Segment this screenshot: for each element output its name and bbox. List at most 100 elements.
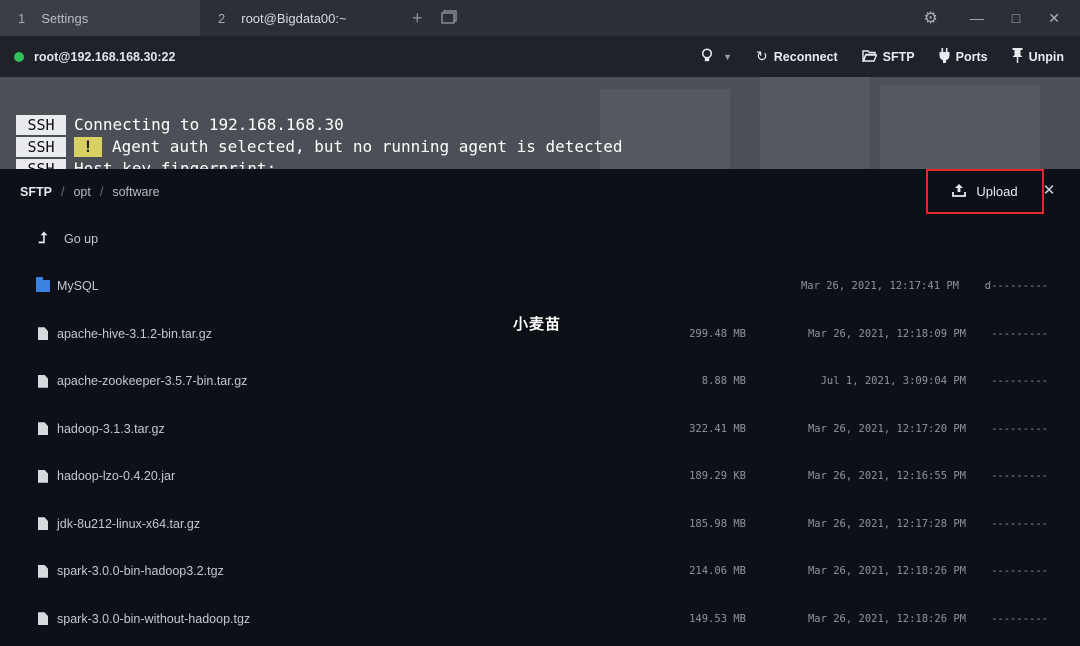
terminal-line: SSH Host key fingerprint:: [16, 158, 276, 169]
tab-label: root@Bigdata00:~: [241, 10, 347, 26]
upload-label: Upload: [976, 184, 1018, 199]
item-name: hadoop-3.1.3.tar.gz: [57, 421, 165, 436]
refresh-icon: ↻: [756, 48, 768, 64]
item-permissions: ---------: [991, 517, 1048, 530]
sftp-button[interactable]: SFTP: [861, 49, 915, 65]
terminal-background: [760, 77, 870, 169]
file-icon: [36, 327, 50, 341]
go-up-label: Go up: [64, 231, 99, 246]
hint-dropdown[interactable]: ▼: [701, 47, 733, 66]
tab-settings[interactable]: 1 Settings: [0, 0, 200, 36]
ssh-badge: SSH: [16, 158, 66, 169]
reconnect-button[interactable]: ↻ Reconnect: [756, 48, 838, 65]
gear-icon[interactable]: ⚙: [923, 8, 937, 28]
plus-icon[interactable]: +: [412, 8, 423, 29]
sftp-label: SFTP: [882, 49, 915, 64]
minimize-button[interactable]: —: [970, 10, 984, 26]
item-date: Mar 26, 2021, 12:18:26 PM: [807, 565, 966, 578]
tab-number: 1: [18, 10, 26, 26]
breadcrumb-opt[interactable]: opt: [73, 185, 90, 199]
terminal-background: [880, 85, 1040, 169]
terminal-line: SSH Connecting to 192.168.168.30: [16, 114, 344, 135]
item-size: 185.98 MB: [689, 517, 746, 530]
upload-icon: [952, 183, 967, 200]
file-list: ⮥ Go up MySQL Mar 26, 2021, 12:17:41 PM d-…: [0, 215, 1080, 643]
file-icon: [36, 422, 50, 436]
ssh-badge: SSH: [16, 114, 66, 135]
terminal-background: [600, 89, 730, 169]
item-name: apache-zookeeper-3.5.7-bin.tar.gz: [57, 374, 248, 389]
item-date: Mar 26, 2021, 12:17:20 PM: [807, 422, 966, 435]
reconnect-label: Reconnect: [773, 49, 838, 64]
item-name: spark-3.0.0-bin-hadoop3.2.tgz: [57, 564, 224, 579]
tab-ssh-session[interactable]: 2 root@Bigdata00:~: [200, 0, 400, 36]
folder-icon: [36, 277, 50, 293]
plug-icon: [939, 47, 950, 66]
ssh-badge: SSH: [16, 136, 66, 157]
item-name: jdk-8u212-linux-x64.tar.gz: [57, 516, 201, 531]
folder-open-icon: [861, 49, 878, 65]
item-size: 322.41 MB: [689, 422, 746, 435]
file-icon: [36, 469, 50, 483]
tab-bar: 1 Settings 2 root@Bigdata00:~ + ⚙ — □ ✕: [0, 0, 1080, 36]
file-icon: [36, 517, 50, 531]
tab-number: 2: [218, 10, 226, 26]
item-permissions: ---------: [991, 422, 1048, 435]
terminal-output[interactable]: SSH Connecting to 192.168.168.30 SSH ! A…: [0, 77, 1080, 169]
item-size: 299.48 MB: [689, 327, 746, 340]
item-permissions: ---------: [991, 565, 1048, 578]
breadcrumb-sftp[interactable]: SFTP: [20, 185, 52, 199]
upload-button[interactable]: Upload: [926, 169, 1044, 214]
item-permissions: ---------: [991, 612, 1048, 625]
item-size: 189.29 KB: [689, 470, 746, 483]
file-icon: [36, 564, 50, 578]
breadcrumb-software[interactable]: software: [112, 185, 159, 199]
go-up-row[interactable]: ⮥ Go up: [0, 215, 1080, 263]
window-icon[interactable]: [440, 8, 457, 29]
file-row[interactable]: spark-3.0.0-bin-without-hadoop.tgz 149.53…: [0, 595, 1080, 643]
connection-host: root@192.168.168.30:22: [34, 49, 176, 64]
item-permissions: d---------: [984, 280, 1048, 293]
sftp-header: SFTP / opt / software: [0, 169, 1080, 215]
terminal-line-text: Connecting to 192.168.168.30: [74, 115, 344, 134]
file-icon: [36, 612, 50, 626]
item-name: spark-3.0.0-bin-without-hadoop.tgz: [57, 611, 251, 626]
item-date: Jul 1, 2021, 3:09:04 PM: [820, 375, 966, 388]
ports-label: Ports: [955, 49, 988, 64]
connection-bar: root@192.168.168.30:22 ▼ ↻ Reconnect SFT…: [0, 36, 1080, 77]
item-name: MySQL: [57, 279, 99, 294]
file-row[interactable]: apache-zookeeper-3.5.7-bin.tar.gz 8.88 MB…: [0, 358, 1080, 406]
item-permissions: ---------: [991, 327, 1048, 340]
lightbulb-icon: [701, 47, 713, 66]
item-permissions: ---------: [991, 375, 1048, 388]
breadcrumb-separator: /: [60, 185, 65, 199]
ports-button[interactable]: Ports: [939, 47, 988, 66]
arrow-up-icon: ⮥: [38, 230, 48, 248]
pin-icon: [1012, 47, 1023, 66]
item-size: 8.88 MB: [701, 375, 746, 388]
item-date: Mar 26, 2021, 12:16:55 PM: [807, 470, 966, 483]
file-row[interactable]: hadoop-3.1.3.tar.gz 322.41 MB Mar 26, 2021…: [0, 405, 1080, 453]
folder-row[interactable]: MySQL Mar 26, 2021, 12:17:41 PM d---------: [0, 263, 1080, 311]
chevron-down-icon: ▼: [723, 51, 733, 62]
item-date: Mar 26, 2021, 12:18:26 PM: [807, 612, 966, 625]
unpin-button[interactable]: Unpin: [1012, 47, 1064, 66]
maximize-button[interactable]: □: [1012, 10, 1020, 26]
item-size: 149.53 MB: [689, 612, 746, 625]
breadcrumb-separator: /: [99, 185, 104, 199]
close-window-button[interactable]: ✕: [1048, 10, 1060, 27]
file-row[interactable]: spark-3.0.0-bin-hadoop3.2.tgz 214.06 MB Ma…: [0, 548, 1080, 596]
close-sftp-button[interactable]: ✕: [1040, 181, 1058, 201]
file-row[interactable]: jdk-8u212-linux-x64.tar.gz 185.98 MB Mar 2…: [0, 500, 1080, 548]
file-row[interactable]: hadoop-lzo-0.4.20.jar 189.29 KB Mar 26, 20…: [0, 453, 1080, 501]
file-icon: [36, 374, 50, 388]
sftp-panel: SFTP / opt / software Upload ✕ ⮥ Go up M…: [0, 169, 1080, 646]
connection-status-indicator: [14, 51, 24, 62]
item-date: Mar 26, 2021, 12:18:09 PM: [807, 327, 966, 340]
terminal-line-text: Host key fingerprint:: [74, 159, 277, 169]
terminal-line-text: Agent auth selected, but no running agen…: [112, 137, 623, 156]
terminal-line: SSH ! Agent auth selected, but no runnin…: [16, 136, 623, 157]
unpin-label: Unpin: [1028, 49, 1064, 64]
item-size: 214.06 MB: [689, 565, 746, 578]
item-date: Mar 26, 2021, 12:17:28 PM: [807, 517, 966, 530]
